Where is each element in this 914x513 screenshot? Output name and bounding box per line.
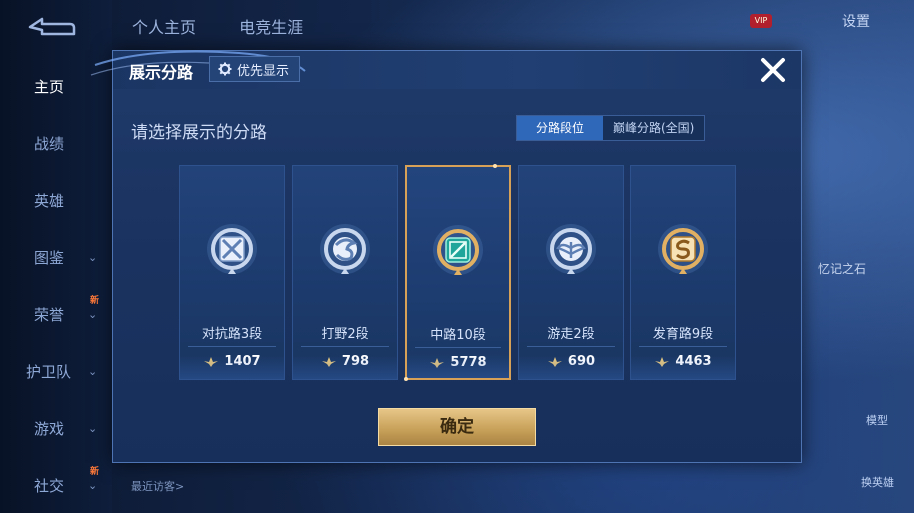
- gear-icon: [218, 62, 232, 76]
- card-glow: [293, 355, 397, 379]
- card-divider: [415, 347, 501, 348]
- top-right-area: VIP 设置: [724, 0, 914, 40]
- sidebar-item[interactable]: 护卫队 ⌄: [0, 356, 112, 386]
- sidebar-item[interactable]: 战绩: [0, 128, 112, 158]
- card-glow: [519, 355, 623, 379]
- gem-staff-emblem: [433, 225, 483, 275]
- lane-card[interactable]: 游走2段690: [518, 165, 624, 380]
- priority-display-label: 优先显示: [237, 63, 290, 79]
- sidebar-item-label: 护卫队: [26, 362, 72, 381]
- modal-title: 展示分路: [129, 63, 194, 82]
- recent-visitors-link[interactable]: 最近访客>: [131, 478, 184, 494]
- card-glow: [180, 355, 284, 379]
- profile-top-tabs: 个人主页 电竞生涯: [132, 14, 341, 38]
- back-arrow-icon[interactable]: [26, 16, 76, 38]
- lane-card[interactable]: 打野2段798: [292, 165, 398, 380]
- chevron-down-icon: ⌄: [88, 364, 98, 378]
- chevron-down-icon: ⌄: [88, 307, 98, 321]
- tab-esports-career[interactable]: 电竞生涯: [239, 18, 303, 37]
- lane-mode-toggle: 分路段位 巅峰分路(全国): [516, 115, 706, 141]
- new-badge: 新: [90, 467, 100, 477]
- lane-card-name: 对抗路3段: [201, 327, 263, 342]
- sidebar-item[interactable]: 社交 ⌄ 新: [0, 467, 112, 500]
- selected-corner-sparkle: [493, 164, 497, 168]
- card-glow: [631, 355, 735, 379]
- change-hero-button[interactable]: 换英雄: [861, 474, 894, 490]
- new-badge: 新: [90, 296, 100, 306]
- tab-peak-lane-national[interactable]: 巅峰分路(全国): [603, 116, 705, 140]
- wings-emblem: [546, 224, 596, 274]
- vip-badge: VIP: [750, 14, 772, 28]
- sidebar-item[interactable]: 主页: [0, 71, 112, 101]
- priority-display-button[interactable]: 优先显示: [209, 56, 301, 82]
- card-divider: [639, 346, 727, 347]
- card-divider: [527, 346, 615, 347]
- chevron-down-icon: ⌄: [88, 478, 98, 492]
- modal-subtitle: 请选择展示的分路: [131, 123, 267, 143]
- model-button[interactable]: 模型: [866, 412, 888, 428]
- lane-card-name: 发育路9段: [652, 327, 714, 342]
- confirm-button[interactable]: 确定: [378, 408, 536, 446]
- sidebar-item-label: 游戏: [34, 419, 65, 438]
- sidebar-item-label: 图鉴: [34, 248, 65, 267]
- crossed-swords-emblem: [207, 224, 257, 274]
- sidebar-item-label: 英雄: [34, 191, 65, 210]
- lane-card-name: 打野2段: [321, 327, 369, 342]
- sidebar-item[interactable]: 荣誉 ⌄ 新: [0, 296, 112, 329]
- lane-card[interactable]: 中路10段5778: [404, 164, 511, 381]
- lane-card[interactable]: 发育路9段4463: [630, 165, 736, 380]
- lane-card-name: 中路10段: [430, 328, 486, 343]
- chevron-down-icon: ⌄: [88, 250, 98, 264]
- card-glow: [407, 354, 509, 378]
- card-divider: [301, 346, 389, 347]
- close-icon[interactable]: [758, 55, 788, 85]
- lane-display-modal: 展示分路 优先显示 请选择展示的分路 分路段位 巅峰分路(全国) 对抗路3段14…: [90, 50, 802, 463]
- card-divider: [188, 346, 276, 347]
- sidebar-item[interactable]: 图鉴 ⌄: [0, 242, 112, 272]
- bow-emblem: [658, 224, 708, 274]
- sidebar-item-label: 战绩: [34, 134, 65, 153]
- dragon-emblem: [320, 224, 370, 274]
- sidebar-item-label: 社交: [34, 476, 65, 495]
- tab-personal-home[interactable]: 个人主页: [132, 18, 196, 37]
- settings-button[interactable]: 设置: [842, 11, 870, 31]
- selected-corner-sparkle: [404, 377, 408, 381]
- background-caption: 忆记之石: [818, 262, 867, 276]
- sidebar-item-label: 荣誉: [34, 305, 65, 324]
- sidebar-item[interactable]: 英雄: [0, 185, 112, 215]
- sidebar-item[interactable]: 游戏 ⌄: [0, 413, 112, 443]
- sidebar-item-label: 主页: [34, 77, 65, 96]
- lane-card-name: 游走2段: [547, 327, 595, 342]
- tab-lane-rank[interactable]: 分路段位: [517, 116, 603, 140]
- chevron-down-icon: ⌄: [88, 421, 98, 435]
- lane-card[interactable]: 对抗路3段1407: [179, 165, 285, 380]
